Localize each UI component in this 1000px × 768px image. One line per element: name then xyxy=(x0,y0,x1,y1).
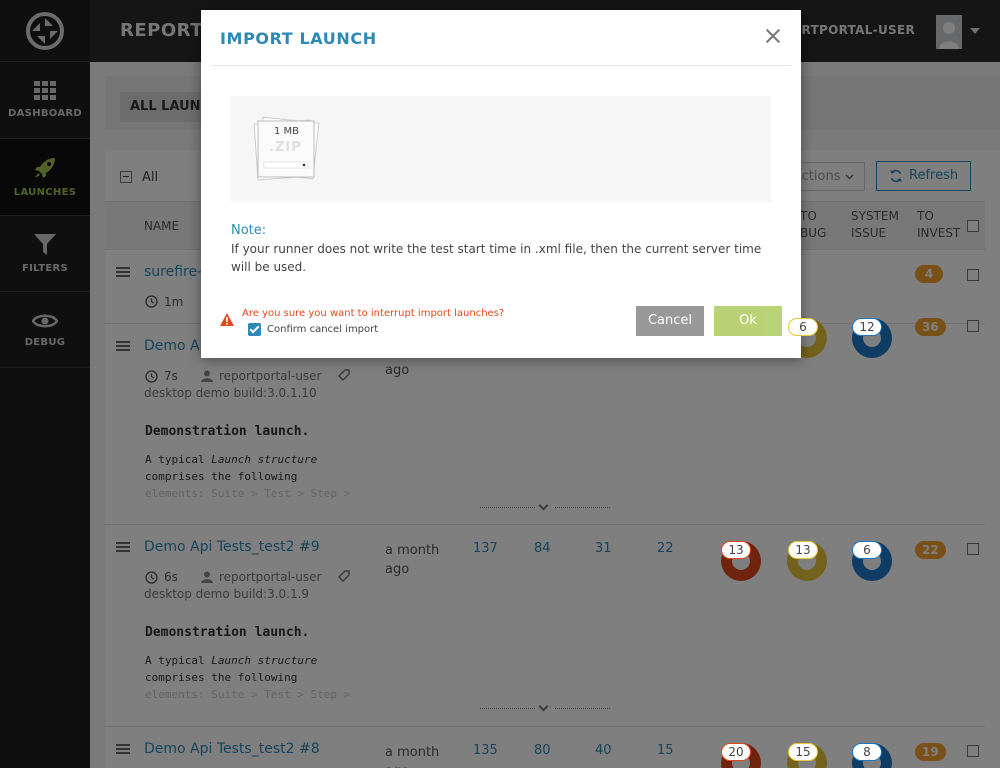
import-launch-modal: IMPORT LAUNCH 1 MB .ZIP Note: If your ru… xyxy=(201,10,801,358)
system-issue-count[interactable]: 8 xyxy=(852,743,882,761)
cancel-button[interactable]: Cancel xyxy=(636,306,704,336)
product-bug-count[interactable]: 20 xyxy=(721,743,751,761)
note-label: Note: xyxy=(231,223,267,238)
system-issue-count[interactable]: 12 xyxy=(852,318,882,336)
file-size: 1 MB xyxy=(274,126,300,137)
ok-button[interactable]: Ok xyxy=(714,306,782,336)
auto-bug-count[interactable]: 15 xyxy=(788,743,818,761)
zip-file-icon: 1 MB .ZIP xyxy=(252,116,322,182)
modal-title: IMPORT LAUNCH xyxy=(220,29,377,48)
system-issue-count[interactable]: 6 xyxy=(852,541,882,559)
note-text: If your runner does not write the test s… xyxy=(231,242,762,274)
auto-bug-count[interactable]: 6 xyxy=(788,318,818,336)
product-bug-count[interactable]: 13 xyxy=(721,541,751,559)
file-extension: .ZIP xyxy=(269,140,302,155)
confirm-cancel-checkbox[interactable] xyxy=(248,323,261,336)
close-icon[interactable] xyxy=(765,28,781,44)
modal-divider xyxy=(211,65,791,66)
interrupt-warning: Are you sure you want to interrupt impor… xyxy=(242,308,505,319)
warning-icon xyxy=(220,313,234,326)
confirm-cancel-label[interactable]: Confirm cancel import xyxy=(267,324,378,335)
file-dropzone[interactable]: 1 MB .ZIP xyxy=(231,96,771,202)
auto-bug-count[interactable]: 13 xyxy=(788,541,818,559)
